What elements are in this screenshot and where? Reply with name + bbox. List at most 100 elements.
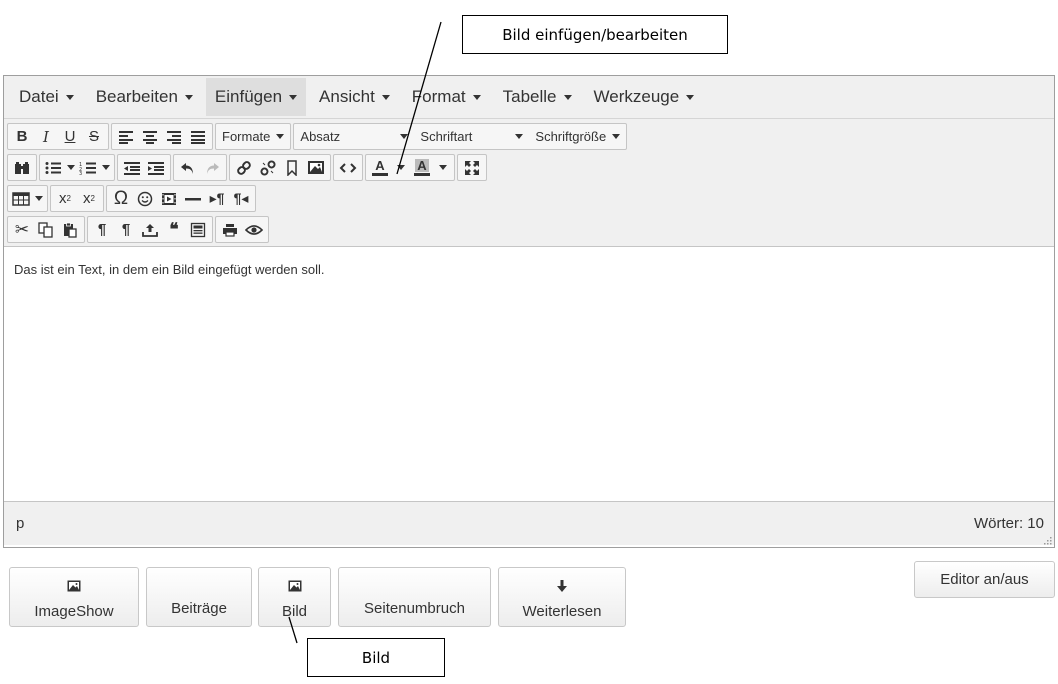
block-select[interactable]: Absatz	[294, 124, 414, 149]
word-count: Wörter: 10	[973, 515, 1044, 532]
image-icon[interactable]	[304, 155, 328, 180]
strikethrough-button[interactable]: S	[82, 124, 106, 149]
visualblocks-icon[interactable]: ¶	[114, 217, 138, 242]
indent-icon[interactable]	[144, 155, 168, 180]
editor-content[interactable]: Das ist ein Text, in dem ein Bild eingef…	[4, 247, 1054, 501]
image-icon	[288, 575, 302, 597]
menu-datei[interactable]: Datei	[10, 78, 83, 116]
unlink-icon[interactable]	[256, 155, 280, 180]
preview-icon[interactable]	[242, 217, 266, 242]
formats-dropdown[interactable]: Formate	[215, 123, 292, 150]
menu-werkzeuge[interactable]: Werkzeuge	[585, 78, 704, 116]
color-swatch	[414, 173, 430, 176]
arrow-down-icon	[556, 575, 568, 597]
chevron-down-icon	[515, 134, 524, 139]
chevron-down-icon	[563, 94, 572, 100]
template-icon[interactable]	[186, 217, 210, 242]
bold-button[interactable]: B	[10, 124, 34, 149]
imageshow-button[interactable]: ImageShow	[9, 567, 139, 627]
beitraege-button[interactable]: Beiträge	[146, 567, 252, 627]
ltr-icon[interactable]: ▸¶	[205, 186, 229, 211]
subscript-icon[interactable]: x2	[53, 186, 77, 211]
content-paragraph[interactable]: Das ist ein Text, in dem ein Bild eingef…	[14, 262, 1044, 277]
font-size-select[interactable]: Schriftgröße	[529, 124, 626, 149]
resize-handle-icon[interactable]	[1042, 535, 1052, 545]
fullscreen-icon[interactable]	[460, 155, 484, 180]
omega-icon[interactable]: Ω	[109, 186, 133, 211]
table-group	[7, 185, 48, 212]
code-icon[interactable]	[336, 155, 360, 180]
image-icon	[67, 575, 81, 597]
menu-bearbeiten[interactable]: Bearbeiten	[87, 78, 202, 116]
seitenumbruch-button[interactable]: Seitenumbruch	[338, 567, 491, 627]
undo-icon[interactable]	[176, 155, 200, 180]
align-left-icon[interactable]	[114, 124, 138, 149]
formats-select[interactable]: Formate	[216, 124, 290, 149]
chevron-down-icon	[276, 134, 285, 139]
anchor-icon[interactable]	[280, 155, 304, 180]
chevron-down-icon	[65, 94, 74, 100]
italic-button[interactable]: I	[34, 124, 58, 149]
upload-icon[interactable]	[138, 217, 162, 242]
bild-button[interactable]: Bild	[258, 567, 331, 627]
callout-image-insert: Bild einfügen/bearbeiten	[462, 15, 728, 54]
link-group	[229, 154, 331, 181]
chevron-down-icon	[289, 94, 298, 100]
chevron-down-icon	[35, 196, 43, 201]
rich-text-editor: Datei Bearbeiten Einfügen Ansicht Format…	[3, 75, 1055, 548]
superscript-icon[interactable]: x2	[77, 186, 101, 211]
text-color-button[interactable]: A	[368, 155, 392, 180]
format-group: B I U S	[7, 123, 109, 150]
chevron-down-icon	[67, 165, 75, 170]
align-center-icon[interactable]	[138, 124, 162, 149]
chevron-down-icon[interactable]	[397, 165, 405, 170]
blockquote-icon[interactable]: ❝	[162, 217, 186, 242]
find-icon[interactable]	[10, 155, 34, 180]
cut-icon[interactable]: ✂	[10, 217, 34, 242]
bullet-list-icon[interactable]	[42, 155, 77, 180]
print-icon[interactable]	[218, 217, 242, 242]
font-select[interactable]: Schriftart	[414, 124, 529, 149]
media-icon[interactable]	[157, 186, 181, 211]
underline-button[interactable]: U	[58, 124, 82, 149]
numbered-list-icon[interactable]: 123	[77, 155, 112, 180]
menu-tabelle[interactable]: Tabelle	[494, 78, 581, 116]
weiterlesen-button[interactable]: Weiterlesen	[498, 567, 626, 627]
chevron-down-icon	[472, 94, 481, 100]
copy-icon[interactable]	[34, 217, 58, 242]
block-dropdown[interactable]: Absatz Schriftart Schriftgröße	[293, 123, 628, 150]
chevron-down-icon	[686, 94, 695, 100]
redo-icon[interactable]	[200, 155, 224, 180]
align-justify-icon[interactable]	[186, 124, 210, 149]
list-group: 123	[39, 154, 115, 181]
svg-text:3: 3	[79, 171, 82, 175]
menu-einfuegen[interactable]: Einfügen	[205, 78, 307, 116]
element-path[interactable]: p	[16, 515, 24, 532]
emoticon-icon[interactable]	[133, 186, 157, 211]
chevron-down-icon[interactable]	[439, 165, 447, 170]
align-right-icon[interactable]	[162, 124, 186, 149]
pilcrow-icon[interactable]: ¶	[90, 217, 114, 242]
bg-color-button[interactable]: A	[410, 155, 434, 180]
menubar: Datei Bearbeiten Einfügen Ansicht Format…	[4, 76, 1054, 119]
table-icon[interactable]	[10, 186, 45, 211]
menu-format[interactable]: Format	[403, 78, 490, 116]
link-icon[interactable]	[232, 155, 256, 180]
chevron-down-icon	[184, 94, 193, 100]
hr-icon[interactable]	[181, 186, 205, 211]
color-group: A A	[365, 154, 455, 181]
paste-icon[interactable]	[58, 217, 82, 242]
callout-bild: Bild	[307, 638, 445, 677]
rtl-icon[interactable]: ¶◂	[229, 186, 253, 211]
script-group: x2 x2	[50, 185, 104, 212]
toolbar-row-1: B I U S Formate Absatz Schriftart Schrif…	[7, 123, 1051, 152]
statusbar: p Wörter: 10	[4, 501, 1054, 545]
code-group	[333, 154, 363, 181]
editor-toggle-button[interactable]: Editor an/aus	[914, 561, 1055, 598]
chevron-down-icon	[612, 134, 621, 139]
chevron-down-icon	[400, 134, 409, 139]
print-group	[215, 216, 269, 243]
outdent-icon[interactable]	[120, 155, 144, 180]
toolbar-row-2: 123 A A	[7, 154, 1051, 183]
menu-ansicht[interactable]: Ansicht	[310, 78, 399, 116]
